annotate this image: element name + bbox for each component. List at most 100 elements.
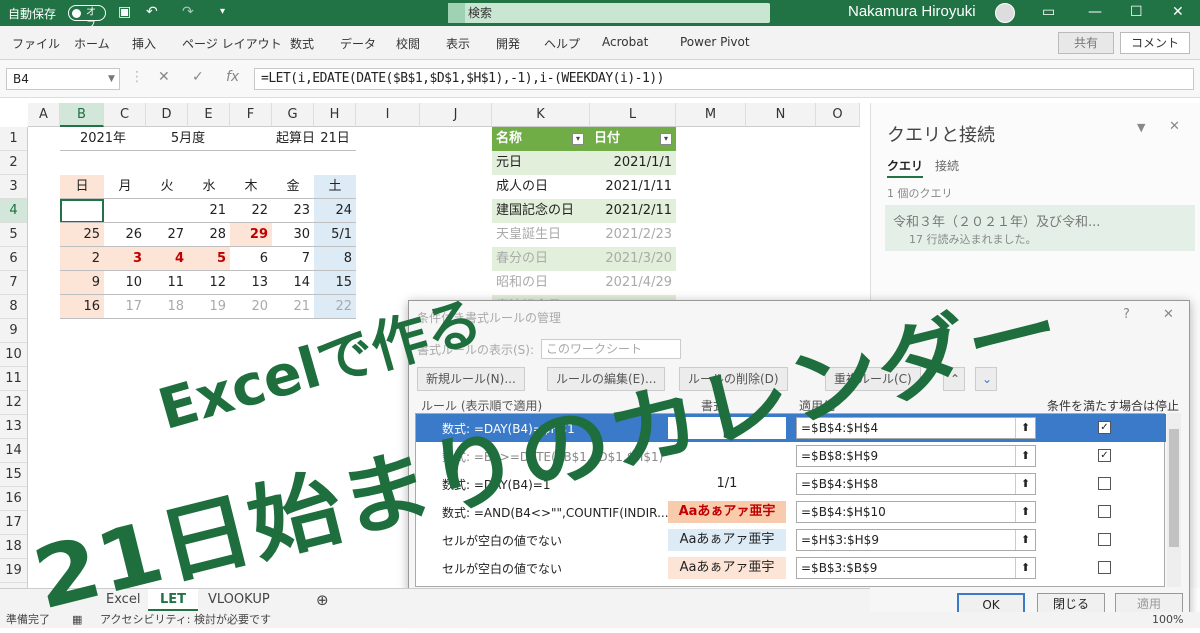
column-header[interactable]: A (28, 103, 60, 127)
column-header[interactable]: I (356, 103, 420, 127)
row-header[interactable]: 11 (0, 367, 28, 391)
row-header[interactable]: 12 (0, 391, 28, 415)
new-rule-button[interactable]: 新規ルール(N)... (417, 367, 525, 391)
calendar-cell[interactable]: 25 (60, 223, 104, 247)
help-icon[interactable]: ? (1123, 307, 1130, 322)
tab-developer[interactable]: 開発 (496, 35, 520, 52)
row-header[interactable]: 18 (0, 535, 28, 559)
calendar-cell[interactable]: 14 (272, 271, 314, 295)
tab-power-pivot[interactable]: Power Pivot (680, 35, 750, 49)
applies-to-field[interactable]: =$B$4:$H$8 ⬆ (796, 473, 1036, 495)
calendar-cell[interactable]: 27 (146, 223, 188, 247)
calendar-cell[interactable] (146, 199, 188, 223)
filter-dropdown-icon[interactable]: ▾ (660, 133, 672, 145)
active-cell[interactable] (60, 199, 104, 223)
weekday-header[interactable]: 金 (272, 175, 314, 199)
calendar-cell[interactable]: 13 (230, 271, 272, 295)
table-cell[interactable]: 春分の日 (492, 247, 590, 271)
calendar-cell[interactable]: 20 (230, 295, 272, 319)
calendar-cell[interactable]: 21 (188, 199, 230, 223)
autosave-toggle[interactable]: オフ (68, 5, 106, 31)
query-item[interactable]: 令和３年（２０２１年）及び令和... 17 行読み込まれました。 (885, 205, 1195, 251)
maximize-icon[interactable]: ☐ (1130, 4, 1143, 20)
column-header[interactable]: N (746, 103, 816, 127)
month-cell[interactable]: 5月度 (146, 127, 230, 151)
redo-icon[interactable]: ↷ (182, 4, 194, 20)
tab-view[interactable]: 表示 (446, 35, 470, 52)
row-header[interactable]: 1 (0, 127, 28, 151)
table-cell[interactable]: 2021/1/1 (590, 151, 676, 175)
row-header[interactable]: 16 (0, 487, 28, 511)
weekday-header[interactable]: 火 (146, 175, 188, 199)
row-header[interactable]: 5 (0, 223, 28, 247)
rule-row[interactable]: セルが空白の値でない Aaあぁアァ亜宇 =$H$3:$H$9 ⬆ (416, 526, 1166, 554)
rules-scrollbar[interactable] (1167, 413, 1181, 587)
stop-if-true-checkbox[interactable]: ✓ (1098, 421, 1111, 434)
column-header[interactable]: F (230, 103, 272, 127)
close-icon[interactable]: ✕ (1172, 4, 1184, 20)
save-icon[interactable]: ▣ (118, 4, 131, 20)
calendar-cell[interactable]: 30 (272, 223, 314, 247)
tab-home[interactable]: ホーム (74, 35, 110, 52)
tab-connections[interactable]: 接続 (935, 157, 959, 174)
cancel-icon[interactable]: ✕ (158, 69, 170, 85)
calendar-cell[interactable]: 15 (314, 271, 356, 295)
calendar-cell[interactable]: 24 (314, 199, 356, 223)
calendar-cell[interactable]: 7 (272, 247, 314, 271)
tab-insert[interactable]: 挿入 (132, 35, 156, 52)
calendar-cell[interactable]: 21 (272, 295, 314, 319)
tab-data[interactable]: データ (340, 35, 376, 52)
name-box[interactable]: B4 (6, 68, 120, 90)
insert-function-icon[interactable]: fx (226, 69, 239, 85)
calendar-cell[interactable]: 17 (104, 295, 146, 319)
stop-if-true-checkbox[interactable] (1098, 477, 1111, 490)
column-header[interactable]: H (314, 103, 356, 127)
row-header[interactable]: 19 (0, 559, 28, 583)
row-header[interactable]: 7 (0, 271, 28, 295)
calendar-cell[interactable]: 26 (104, 223, 146, 247)
weekday-header[interactable]: 月 (104, 175, 146, 199)
column-header[interactable]: E (188, 103, 230, 127)
row-header[interactable]: 14 (0, 439, 28, 463)
table-cell[interactable]: 成人の日 (492, 175, 590, 199)
calendar-cell[interactable]: 29 (230, 223, 272, 247)
stop-if-true-checkbox[interactable]: ✓ (1098, 449, 1111, 462)
row-header[interactable]: 4 (0, 199, 28, 223)
row-header[interactable]: 9 (0, 319, 28, 343)
accessibility-status[interactable]: アクセシビリティ: 検討が必要です (100, 612, 271, 628)
row-header[interactable]: 10 (0, 343, 28, 367)
rule-row[interactable]: セルが空白の値でない Aaあぁアァ亜宇 =$B$3:$B$9 ⬆ (416, 554, 1166, 582)
column-header[interactable]: D (146, 103, 188, 127)
calendar-cell[interactable] (104, 199, 146, 223)
share-button[interactable]: 共有 (1058, 32, 1114, 54)
calendar-cell[interactable]: 28 (188, 223, 230, 247)
table-cell[interactable]: 2021/3/20 (590, 247, 676, 271)
calendar-cell[interactable]: 16 (60, 295, 104, 319)
table-cell[interactable]: 元日 (492, 151, 590, 175)
calendar-cell[interactable]: 23 (272, 199, 314, 223)
collapse-dialog-icon[interactable]: ⬆ (1015, 558, 1035, 578)
column-header[interactable]: B (60, 103, 104, 127)
collapse-dialog-icon[interactable]: ⬆ (1015, 474, 1035, 494)
pane-close-icon[interactable]: ✕ (1169, 119, 1180, 134)
applies-to-field[interactable]: =$H$3:$H$9 ⬆ (796, 529, 1036, 551)
enter-icon[interactable]: ✓ (192, 69, 204, 85)
calendar-cell[interactable]: 18 (146, 295, 188, 319)
calendar-cell[interactable]: 22 (230, 199, 272, 223)
calendar-cell[interactable]: 5/1 (314, 223, 356, 247)
calendar-cell[interactable]: 8 (314, 247, 356, 271)
undo-icon[interactable]: ↶ (146, 4, 158, 20)
column-header[interactable]: C (104, 103, 146, 127)
calendar-cell[interactable]: 3 (104, 247, 146, 271)
tab-queries[interactable]: クエリ (887, 157, 924, 178)
start-label-cell[interactable]: 起算日 (272, 127, 314, 151)
table-cell[interactable]: 2021/1/11 (590, 175, 676, 199)
add-sheet-icon[interactable]: ⊕ (304, 589, 341, 611)
formula-input[interactable]: =LET(i,EDATE(DATE($B$1,$D$1,$H$1),-1),i-… (254, 68, 1194, 90)
ribbon-display-icon[interactable]: ▭ (1042, 4, 1055, 20)
collapse-dialog-icon[interactable]: ⬆ (1015, 502, 1035, 522)
scrollbar-thumb[interactable] (1169, 429, 1179, 547)
calendar-cell[interactable]: 10 (104, 271, 146, 295)
calendar-cell[interactable]: 5 (188, 247, 230, 271)
column-header[interactable]: K (492, 103, 590, 127)
